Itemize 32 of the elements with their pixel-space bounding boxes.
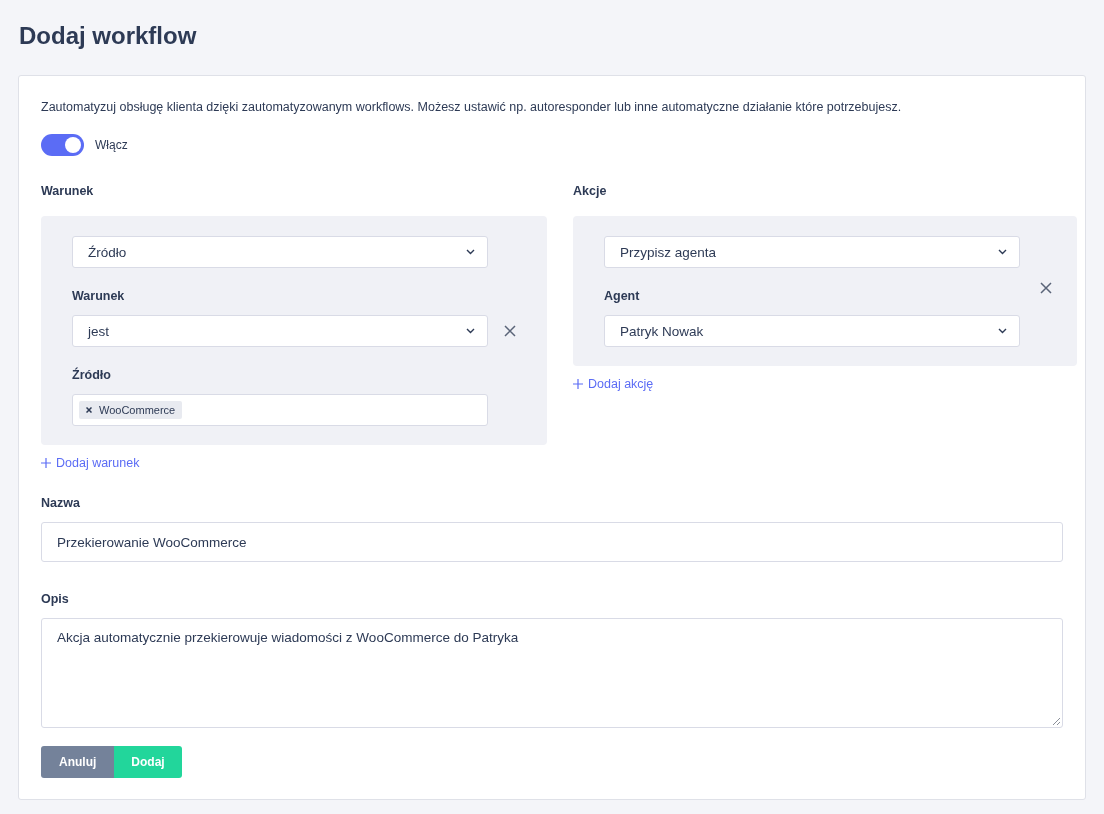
- plus-icon: [41, 458, 51, 468]
- form-button[interactable]: Anuluj: [41, 746, 115, 778]
- chevron-icon: [466, 328, 475, 334]
- add-action-link[interactable]: Dodaj akcję: [573, 377, 654, 391]
- select-field[interactable]: Źródło: [72, 236, 488, 268]
- toggle-label: Włącz: [95, 138, 128, 152]
- select-field[interactable]: Patryk Nowak: [604, 315, 1020, 347]
- toggle-switch[interactable]: [41, 134, 84, 156]
- field-label: Nazwa: [41, 495, 81, 512]
- close-icon[interactable]: [504, 325, 516, 337]
- field-label: Opis: [41, 591, 70, 608]
- actions-heading: Akcje: [573, 183, 608, 200]
- resize-handle-icon[interactable]: [1053, 718, 1060, 725]
- chevron-icon: [998, 249, 1007, 255]
- field-label: Agent: [604, 288, 641, 305]
- chevron-icon: [998, 328, 1007, 334]
- chevron-icon: [466, 249, 475, 255]
- tag-label: WooCommerce: [99, 404, 176, 416]
- page-title: Dodaj workflow: [19, 21, 198, 51]
- conditions-heading: Warunek: [41, 183, 95, 200]
- name-field[interactable]: Przekierowanie WooCommerce: [41, 522, 1063, 562]
- close-icon[interactable]: [1040, 281, 1052, 294]
- plus-icon: [573, 379, 583, 389]
- add-condition-link[interactable]: Dodaj warunek: [41, 456, 140, 470]
- remove-icon[interactable]: [86, 407, 92, 413]
- field-label: Źródło: [72, 366, 112, 384]
- field-label: Warunek: [72, 288, 126, 305]
- tag-input-field[interactable]: WooCommerce: [72, 394, 488, 426]
- description-field[interactable]: Akcja automatycznie przekierowuje wiadomości z WooCommerce do Patryka: [41, 618, 1063, 728]
- select-field[interactable]: Przypisz agenta: [604, 236, 1020, 268]
- intro-text: Zautomatyzuj obsługę klienta dzięki zautomatyzowanym workflows. Możesz ustawić np. autoresponder lub inne automatyczne działanie które potrzebujesz.: [41, 99, 903, 116]
- select-field[interactable]: jest: [72, 315, 488, 347]
